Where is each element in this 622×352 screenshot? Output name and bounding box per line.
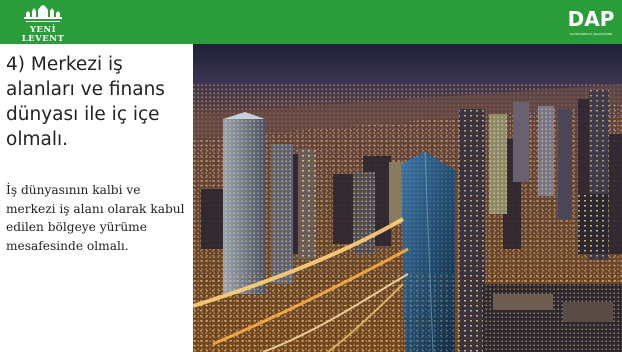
slide-title: 4) Merkezi iş alanları ve finans dünyası… <box>6 54 165 150</box>
right-logo-tagline: GAYRİMENKUL GELİŞTİRME <box>569 32 613 36</box>
dap-logo[interactable]: DAP GAYRİMENKUL GELİŞTİRME <box>566 4 616 40</box>
slide-body: İş dünyasının kalbi ve merkezi iş alanı … <box>6 183 185 253</box>
dap-logo-mark: DAP <box>568 7 615 31</box>
right-logo-text: DAP <box>568 7 615 31</box>
city-night-photo <box>193 44 622 352</box>
header-bar: YENİ LEVENT DAP GAYRİMENKUL GELİŞTİRME <box>0 0 622 44</box>
city-skyline-icon <box>24 5 62 22</box>
city-image <box>193 44 622 352</box>
yeni-levent-logo[interactable]: YENİ LEVENT <box>8 4 78 44</box>
left-logo-text: YENİ LEVENT <box>21 25 65 44</box>
